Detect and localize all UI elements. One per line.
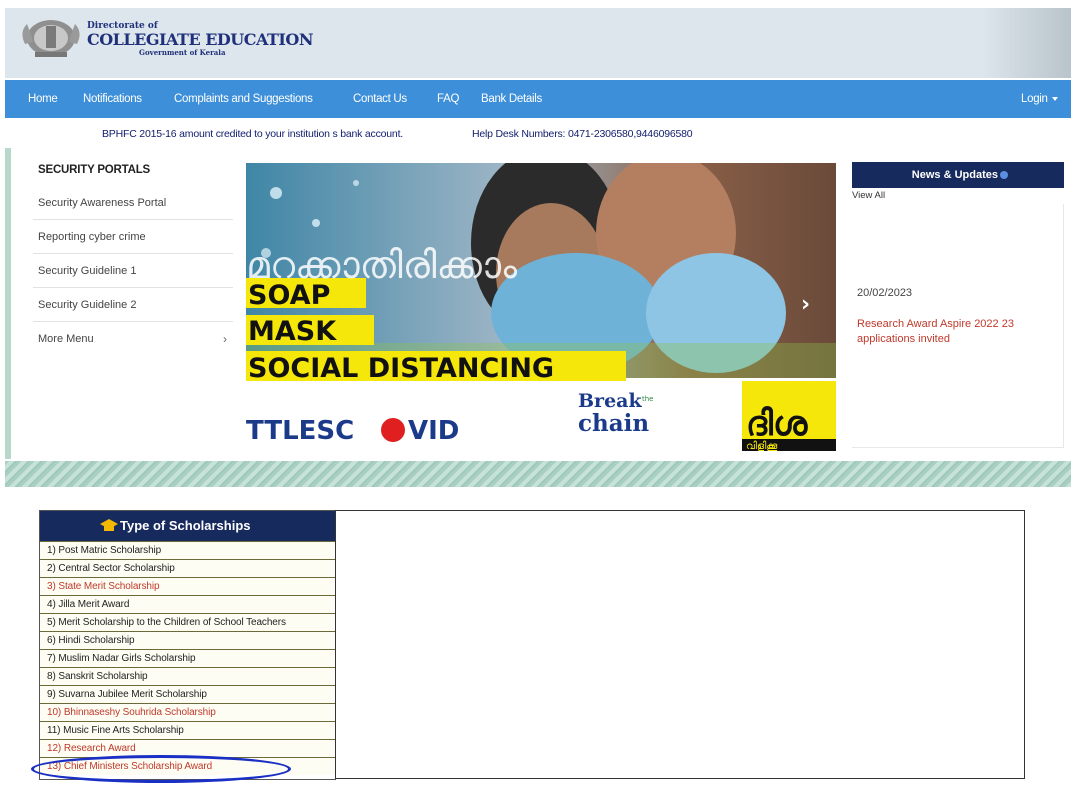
site-header: Directorate of COLLEGIATE EDUCATION Gove… — [5, 8, 1071, 78]
scholarship-item[interactable]: 5) Merit Scholarship to the Children of … — [40, 613, 335, 631]
scholarship-item[interactable]: 1) Post Matric Scholarship — [40, 541, 335, 559]
security-item-guideline-1[interactable]: Security Guideline 1 — [33, 254, 233, 288]
security-item-guideline-2[interactable]: Security Guideline 2 — [33, 288, 233, 322]
disha-text: ദിശ — [746, 404, 808, 444]
banner-carousel[interactable]: മറക്കാതിരിക്കാം SOAP MASK SOCIAL DISTANC… — [246, 163, 836, 451]
banner-word-soap: SOAP — [248, 280, 330, 311]
chevron-right-icon: › — [223, 332, 227, 346]
scholarship-item[interactable]: 11) Music Fine Arts Scholarship — [40, 721, 335, 739]
site-logo[interactable]: Directorate of COLLEGIATE EDUCATION Gove… — [87, 22, 313, 57]
annotation-circle — [31, 755, 291, 783]
decorative-divider — [5, 461, 1071, 487]
ticker-text-2[interactable]: Help Desk Numbers: 0471-2306580,94460965… — [472, 122, 693, 146]
news-ticker: BPHFC 2015-16 amount credited to your in… — [5, 122, 1071, 146]
main-panel: SECURITY PORTALS Security Awareness Port… — [5, 148, 1071, 459]
security-item-more-menu[interactable]: More Menu › — [33, 322, 233, 356]
page: Directorate of COLLEGIATE EDUCATION Gove… — [0, 0, 1073, 789]
nav-bank-details[interactable]: Bank Details — [481, 80, 542, 118]
nav-contact[interactable]: Contact Us — [353, 80, 407, 118]
battles-covid-left: TTLESC — [246, 416, 354, 446]
battles-covid-right: VID — [408, 416, 459, 446]
security-item-cyber-crime[interactable]: Reporting cyber crime — [33, 220, 233, 254]
scholarship-item[interactable]: 8) Sanskrit Scholarship — [40, 667, 335, 685]
scholarship-item[interactable]: 4) Jilla Merit Award — [40, 595, 335, 613]
news-updates-header: News & Updates — [852, 162, 1064, 188]
scholarship-item[interactable]: 3) State Merit Scholarship — [40, 577, 335, 595]
security-item-awareness[interactable]: Security Awareness Portal — [33, 186, 233, 220]
logo-line-2: COLLEGIATE EDUCATION — [87, 30, 313, 49]
nav-home[interactable]: Home — [28, 80, 58, 118]
security-portals-title: SECURITY PORTALS — [38, 164, 151, 176]
news-date: 20/02/2023 — [857, 287, 913, 299]
check-icon — [1000, 171, 1008, 180]
nav-faq[interactable]: FAQ — [437, 80, 459, 118]
main-nav: Home Notifications Complaints and Sugges… — [5, 80, 1071, 118]
nav-login[interactable]: Login — [1021, 80, 1058, 118]
security-portals-list: Security Awareness Portal Reporting cybe… — [33, 186, 233, 356]
nav-complaints[interactable]: Complaints and Suggestions — [174, 80, 313, 118]
kerala-emblem-icon — [22, 20, 80, 57]
login-label: Login — [1021, 93, 1048, 105]
banner-word-mask: MASK — [248, 316, 337, 347]
ticker-text-1[interactable]: BPHFC 2015-16 amount credited to your in… — [102, 122, 403, 146]
scholarship-content-panel — [335, 510, 1025, 779]
security-item-label: Reporting cyber crime — [38, 231, 146, 243]
nav-notifications[interactable]: Notifications — [83, 80, 142, 118]
virus-icon — [381, 418, 405, 442]
security-item-label: More Menu — [38, 333, 94, 345]
scholarship-item[interactable]: 6) Hindi Scholarship — [40, 631, 335, 649]
security-item-label: Security Guideline 2 — [38, 299, 137, 311]
carousel-next-icon[interactable]: › — [801, 292, 810, 317]
banner-word-distancing: SOCIAL DISTANCING — [248, 353, 554, 384]
scholarships-panel: Type of Scholarships 1) Post Matric Scho… — [39, 510, 336, 780]
scholarship-item[interactable]: 7) Muslim Nadar Girls Scholarship — [40, 649, 335, 667]
chain-text: chain — [578, 410, 649, 437]
scholarships-title: Type of Scholarships — [120, 518, 251, 533]
break-text: Break — [578, 390, 642, 412]
disha-sub-text: വിളിക്കൂ — [746, 440, 778, 451]
news-box: 20/02/2023 Research Award Aspire 2022 23… — [852, 204, 1064, 448]
security-item-label: Security Awareness Portal — [38, 197, 167, 209]
news-title: News & Updates — [911, 169, 998, 181]
banner-image: മറക്കാതിരിക്കാം SOAP MASK SOCIAL DISTANC… — [246, 163, 836, 451]
security-item-label: Security Guideline 1 — [38, 265, 137, 277]
caret-down-icon — [1051, 96, 1058, 101]
logo-line-3: Government of Kerala — [139, 48, 226, 57]
scholarship-item[interactable]: 10) Bhinnaseshy Souhrida Scholarship — [40, 703, 335, 721]
scholarship-item[interactable]: 9) Suvarna Jubilee Merit Scholarship — [40, 685, 335, 703]
the-text: the — [642, 395, 654, 403]
view-all-link[interactable]: View All — [852, 190, 885, 201]
scholarship-list: 1) Post Matric Scholarship 2) Central Sec… — [40, 541, 335, 775]
news-item-link[interactable]: Research Award Aspire 2022 23 applicatio… — [857, 317, 1052, 347]
scholarships-header: Type of Scholarships — [40, 511, 335, 541]
graduation-cap-icon — [100, 519, 118, 531]
header-shade — [981, 8, 1071, 78]
scholarship-item[interactable]: 2) Central Sector Scholarship — [40, 559, 335, 577]
